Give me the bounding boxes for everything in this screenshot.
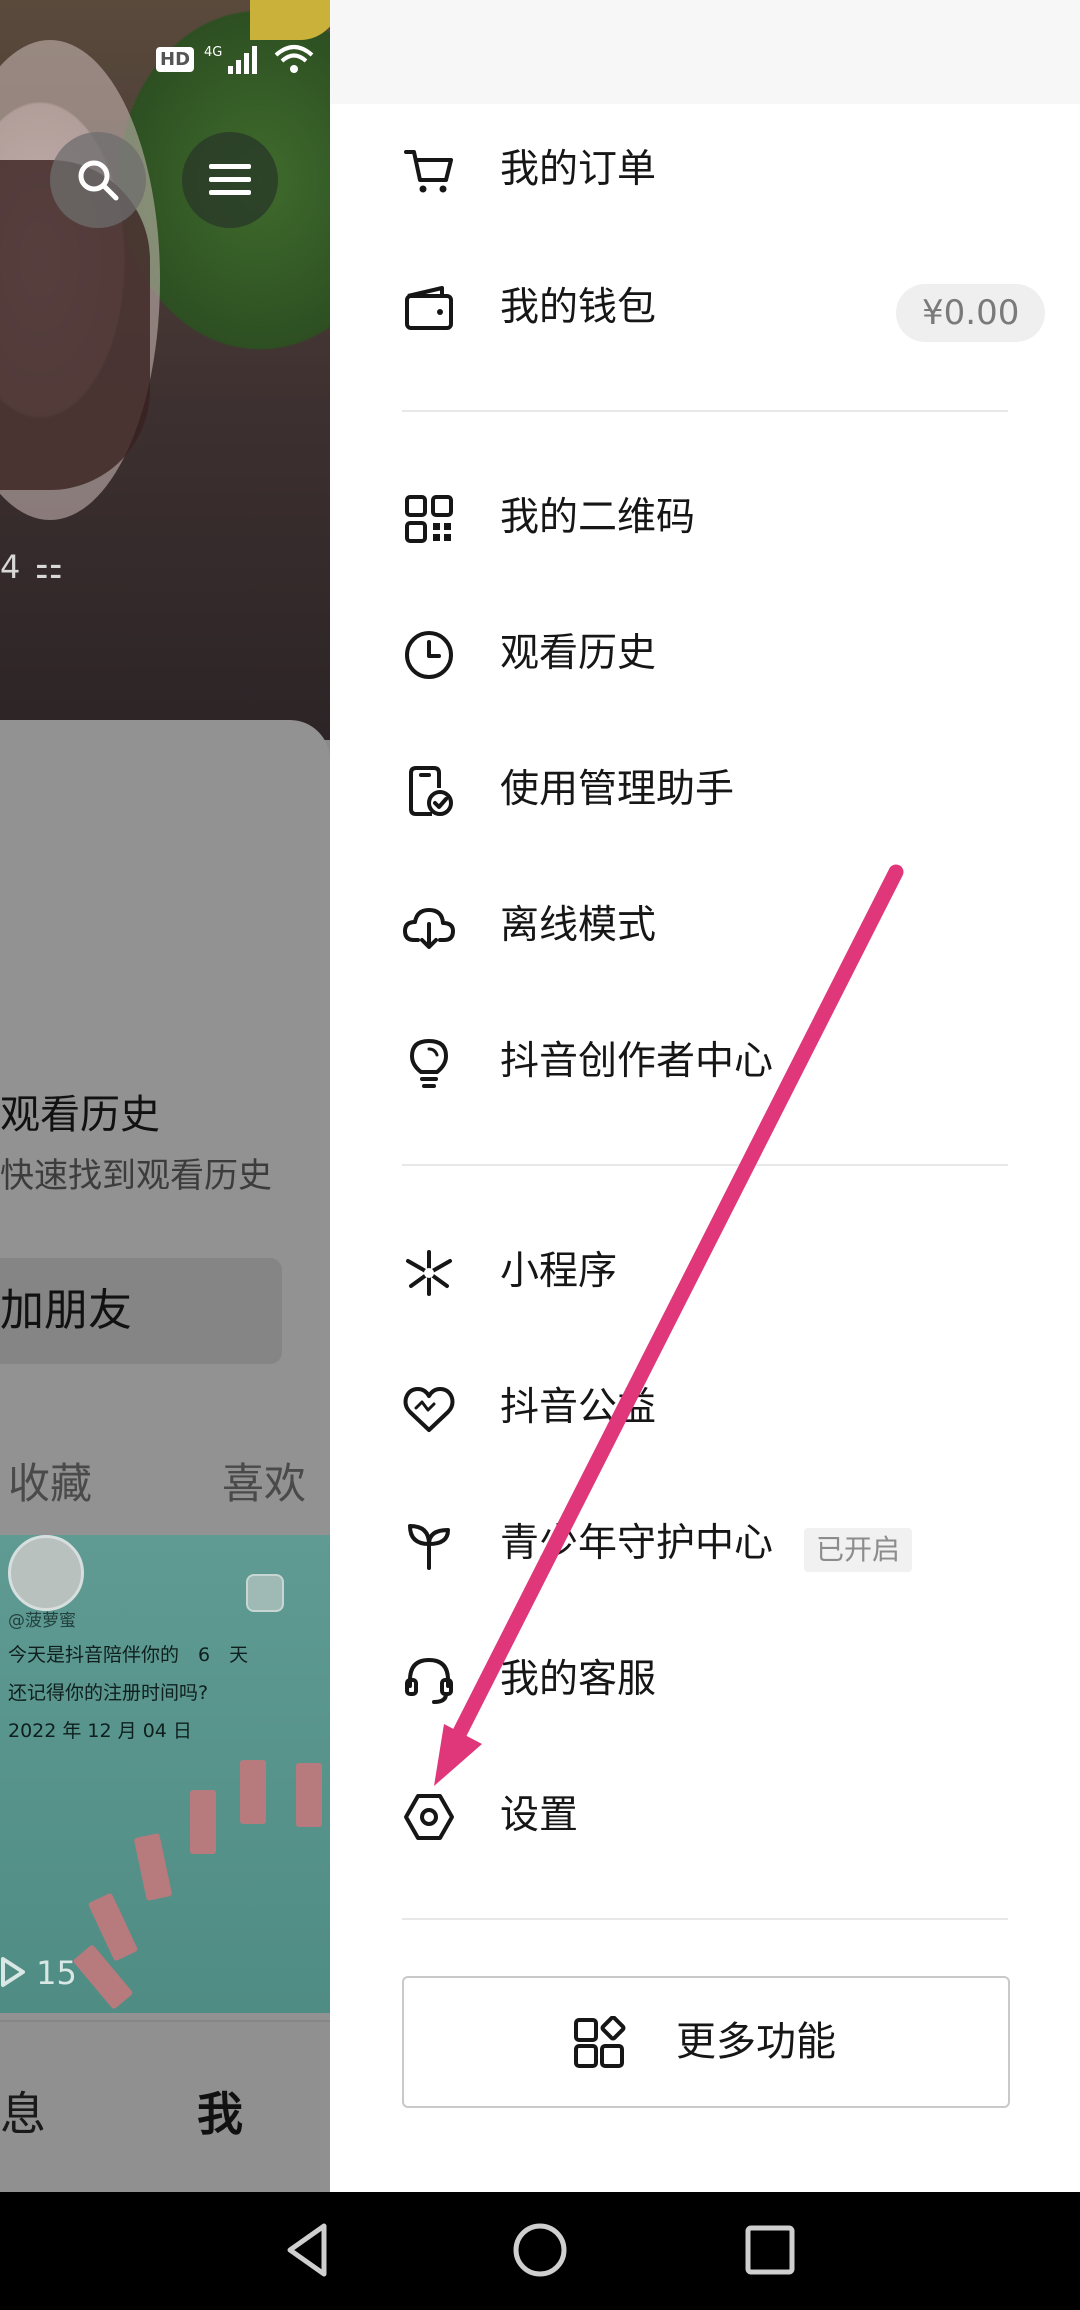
- video-author-name: @菠萝蜜: [8, 1611, 76, 1631]
- history-card-title: 观看历史: [0, 1092, 160, 1138]
- mini-program-icon: [406, 1250, 452, 1296]
- sprout-icon: [408, 1524, 450, 1570]
- drawer-item-usage-assistant[interactable]: 使用管理助手: [330, 740, 1080, 840]
- drawer-item-label: 我的订单: [500, 147, 657, 192]
- drawer-item-qr-code[interactable]: 我的二维码: [330, 468, 1080, 568]
- domino-decoration: [240, 1760, 266, 1824]
- play-outline-icon: [1, 1957, 25, 1987]
- video-caption-line: 今天是抖音陪伴你的 6 天: [8, 1644, 249, 1666]
- drawer-item-label: 抖音公益: [500, 1385, 657, 1430]
- video-view-count: 15: [0, 1954, 77, 1992]
- drawer-item-charity[interactable]: 抖音公益: [330, 1358, 1080, 1458]
- nav-messages[interactable]: 消息: [0, 2078, 46, 2144]
- drawer-item-settings[interactable]: 设置: [330, 1766, 1080, 1866]
- divider: [402, 410, 1008, 412]
- profile-banner-image: [0, 0, 330, 740]
- drawer-item-mini-programs[interactable]: 小程序: [330, 1222, 1080, 1322]
- drawer-item-label: 我的二维码: [500, 495, 696, 540]
- drawer-item-creator-center[interactable]: 抖音创作者中心: [330, 1012, 1080, 1112]
- drawer-item-label: 青少年守护中心: [500, 1521, 774, 1566]
- menu-button[interactable]: [182, 132, 278, 228]
- hd-icon: HD: [156, 46, 195, 72]
- tab-favorites[interactable]: 收藏: [8, 1450, 92, 1511]
- drawer-item-offline-mode[interactable]: 离线模式: [330, 876, 1080, 976]
- drawer-item-label: 使用管理助手: [500, 767, 735, 812]
- divider: [402, 1918, 1008, 1920]
- drawer-item-label: 我的客服: [500, 1657, 657, 1702]
- drawer-item-customer-service[interactable]: 我的客服: [330, 1630, 1080, 1730]
- hamburger-icon: [209, 164, 251, 195]
- lightbulb-icon: [410, 1039, 448, 1088]
- video-author-avatar: [8, 1535, 84, 1611]
- more-features-label: 更多功能: [676, 2019, 836, 2065]
- drawer-item-label: 离线模式: [500, 903, 657, 948]
- qr-code-icon: [405, 495, 453, 543]
- cart-icon: [404, 150, 453, 193]
- divider: [402, 1164, 1008, 1166]
- drawer-item-youth-protection[interactable]: 青少年守护中心 已开启: [330, 1494, 1080, 1594]
- drawer-item-label: 观看历史: [500, 631, 657, 676]
- domino-decoration: [133, 1832, 173, 1902]
- cloud-download-icon: [403, 908, 455, 949]
- recents-icon[interactable]: [738, 2218, 802, 2282]
- enabled-badge: 已开启: [804, 1528, 913, 1572]
- add-friend-label: 加朋友: [0, 1285, 132, 1336]
- drawer-item-label: 我的钱包: [500, 285, 657, 330]
- select-checkbox[interactable]: [246, 1574, 284, 1612]
- clock-icon: [405, 631, 453, 679]
- search-button[interactable]: [50, 132, 146, 228]
- headset-icon: [405, 1657, 453, 1704]
- video-caption-line: 还记得你的注册时间吗?: [8, 1682, 209, 1704]
- system-navigation-bar: [0, 2192, 1080, 2310]
- bottom-navigation: [0, 2020, 330, 2192]
- apps-grid-icon: [574, 2016, 626, 2068]
- drawer-item-wallet[interactable]: 我的钱包 ¥0.00: [330, 258, 1080, 358]
- svg-text:4G: 4G: [204, 45, 222, 60]
- search-icon: [78, 160, 119, 201]
- banner-count: 4 ⚏: [0, 548, 66, 586]
- domino-decoration: [296, 1763, 322, 1827]
- heart-charity-icon: [403, 1387, 455, 1432]
- nav-me[interactable]: 我: [197, 2078, 243, 2144]
- drawer-item-orders[interactable]: 我的订单: [330, 120, 1080, 220]
- back-icon[interactable]: [276, 2218, 340, 2282]
- drawer-item-label: 设置: [500, 1793, 579, 1838]
- home-icon[interactable]: [508, 2218, 572, 2282]
- status-bar: [330, 0, 1080, 104]
- status-icons: HD 4G: [156, 42, 314, 76]
- profile-page-background[interactable]: 4 ⚏ 观看历史 快速找到观看历史 加朋友 收藏 喜欢 @菠萝蜜 今天是抖音陪伴…: [0, 0, 330, 2192]
- video-caption-line: 2022 年 12 月 04 日: [8, 1720, 192, 1742]
- drawer-item-label: 小程序: [500, 1249, 618, 1294]
- history-card-subtitle: 快速找到观看历史: [0, 1156, 272, 1196]
- wallet-balance-badge: ¥0.00: [896, 284, 1046, 342]
- signal-icon: 4G: [204, 45, 258, 74]
- add-friend-button[interactable]: 加朋友: [0, 1258, 282, 1364]
- view-count-value: 15: [36, 1954, 77, 1992]
- domino-decoration: [190, 1790, 216, 1854]
- phone-check-icon: [409, 766, 453, 816]
- wallet-icon: [405, 286, 453, 330]
- wifi-icon: [274, 45, 314, 73]
- more-features-button[interactable]: 更多功能: [402, 1976, 1010, 2108]
- tab-likes[interactable]: 喜欢: [222, 1450, 306, 1511]
- banner-decoration: [250, 0, 330, 40]
- settings-hex-icon: [404, 1794, 454, 1840]
- screen: 4 ⚏ 观看历史 快速找到观看历史 加朋友 收藏 喜欢 @菠萝蜜 今天是抖音陪伴…: [0, 0, 1080, 2192]
- drawer-item-label: 抖音创作者中心: [500, 1039, 774, 1084]
- drawer-item-history[interactable]: 观看历史: [330, 604, 1080, 704]
